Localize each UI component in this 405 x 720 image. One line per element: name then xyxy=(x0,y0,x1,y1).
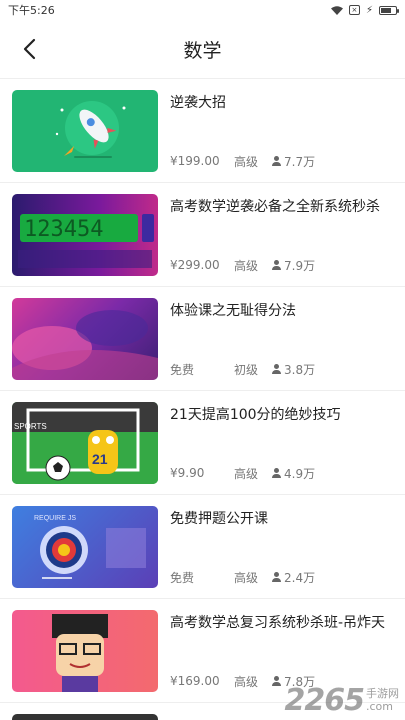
watermark-site-en: .com xyxy=(366,700,393,713)
nav-bar: 数学 xyxy=(0,20,405,78)
watermark: 2265 手游网 .com xyxy=(285,683,400,718)
course-users: 2.4万 xyxy=(272,569,315,586)
course-meta: ¥199.00 高级 7.7万 xyxy=(170,153,393,170)
course-item[interactable]: 体验课之无耻得分法 免费 初级 3.8万 xyxy=(0,287,405,391)
course-level: 高级 xyxy=(234,466,259,481)
course-thumbnail-soccer: SPORTS 21 xyxy=(12,401,158,484)
course-meta: 免费 初级 3.8万 xyxy=(170,361,393,378)
user-count: 3.8万 xyxy=(284,362,316,377)
course-info: 高考数学总复习系统秒杀班-吊炸天 ¥169.00 高级 7.8万 xyxy=(170,610,393,692)
course-price: ¥299.00 xyxy=(170,258,220,272)
course-info: 高考数学逆袭必备之全新系统秒杀 ¥299.00 高级 7.9万 xyxy=(170,194,393,276)
status-time: 下午5:26 xyxy=(8,4,55,17)
course-price: ¥9.90 xyxy=(170,466,205,480)
course-info: 21天提高100分的绝妙技巧 ¥9.90 高级 4.9万 xyxy=(170,402,393,484)
course-title: 21天提高100分的绝妙技巧 xyxy=(170,406,341,423)
user-count: 7.9万 xyxy=(284,258,316,273)
watermark-site-cn: 手游网 xyxy=(366,687,399,700)
sim-icon: × xyxy=(348,5,360,15)
course-item[interactable]: 123454 高考数学逆袭必备之全新系统秒杀 ¥299.00 高级 7.9万 xyxy=(0,183,405,287)
course-info: 免费押题公开课 免费 高级 2.4万 xyxy=(170,506,393,588)
watermark-site: 手游网 .com xyxy=(366,687,399,713)
course-users: 4.9万 xyxy=(272,465,315,482)
page-title: 数学 xyxy=(183,39,222,62)
user-icon xyxy=(272,156,281,166)
course-list: 逆袭大招 ¥199.00 高级 7.7万 123454 高考数学逆袭必备之全新系… xyxy=(0,78,405,703)
course-title: 逆袭大招 xyxy=(170,94,226,111)
user-count: 2.4万 xyxy=(284,570,316,585)
course-item[interactable]: REQUIRE JS 免费押题公开课 免费 高级 2.4万 xyxy=(0,495,405,599)
status-bar: 下午5:26 × ⚡ xyxy=(0,0,405,20)
course-thumbnail-target: REQUIRE JS xyxy=(12,505,158,588)
course-title: 高考数学总复习系统秒杀班-吊炸天 xyxy=(170,614,386,631)
thumb-number-text: 123454 xyxy=(24,217,103,242)
course-level: 高级 xyxy=(234,258,259,273)
battery-icon xyxy=(379,5,399,15)
course-info: 逆袭大招 ¥199.00 高级 7.7万 xyxy=(170,90,393,172)
wifi-icon xyxy=(330,5,343,15)
user-count: 7.7万 xyxy=(284,154,316,169)
user-icon xyxy=(272,468,281,478)
course-thumbnail-abstract xyxy=(12,297,158,380)
thumb-board-text: SPORTS xyxy=(14,422,47,431)
chevron-left-icon xyxy=(23,38,36,60)
course-meta: 免费 高级 2.4万 xyxy=(170,569,393,586)
user-count: 4.9万 xyxy=(284,466,316,481)
course-users: 7.9万 xyxy=(272,257,315,274)
course-title: 体验课之无耻得分法 xyxy=(170,302,296,319)
course-thumbnail-numbers: 123454 xyxy=(12,193,158,276)
course-item[interactable]: 逆袭大招 ¥199.00 高级 7.7万 xyxy=(0,79,405,183)
course-title: 免费押题公开课 xyxy=(170,510,268,527)
user-icon xyxy=(272,364,281,374)
course-meta: ¥9.90 高级 4.9万 xyxy=(170,465,393,482)
course-thumbnail-partial xyxy=(12,714,158,720)
thumb-require-text: REQUIRE JS xyxy=(34,515,76,522)
course-users: 7.7万 xyxy=(272,153,315,170)
course-price: 免费 xyxy=(170,362,195,377)
course-item[interactable]: SPORTS 21 21天提高100分的绝妙技巧 ¥9.90 高级 4.9万 xyxy=(0,391,405,495)
thumb-jersey-number: 21 xyxy=(92,451,108,467)
user-icon xyxy=(272,260,281,270)
course-thumbnail-rocket xyxy=(12,89,158,172)
course-info: 体验课之无耻得分法 免费 初级 3.8万 xyxy=(170,298,393,380)
course-thumbnail-character xyxy=(12,609,158,692)
status-icons: × ⚡ xyxy=(330,4,399,16)
course-price: ¥199.00 xyxy=(170,154,220,168)
course-level: 高级 xyxy=(234,674,259,689)
course-price: ¥169.00 xyxy=(170,674,220,688)
charging-icon: ⚡ xyxy=(365,4,373,16)
course-title: 高考数学逆袭必备之全新系统秒杀 xyxy=(170,198,380,215)
course-level: 高级 xyxy=(234,570,259,585)
course-users: 3.8万 xyxy=(272,361,315,378)
course-price: 免费 xyxy=(170,570,195,585)
watermark-number: 2265 xyxy=(284,683,365,718)
course-level: 初级 xyxy=(234,362,259,377)
course-meta: ¥299.00 高级 7.9万 xyxy=(170,257,393,274)
user-icon xyxy=(272,676,281,686)
course-level: 高级 xyxy=(234,154,259,169)
user-icon xyxy=(272,572,281,582)
back-button[interactable] xyxy=(14,34,44,64)
